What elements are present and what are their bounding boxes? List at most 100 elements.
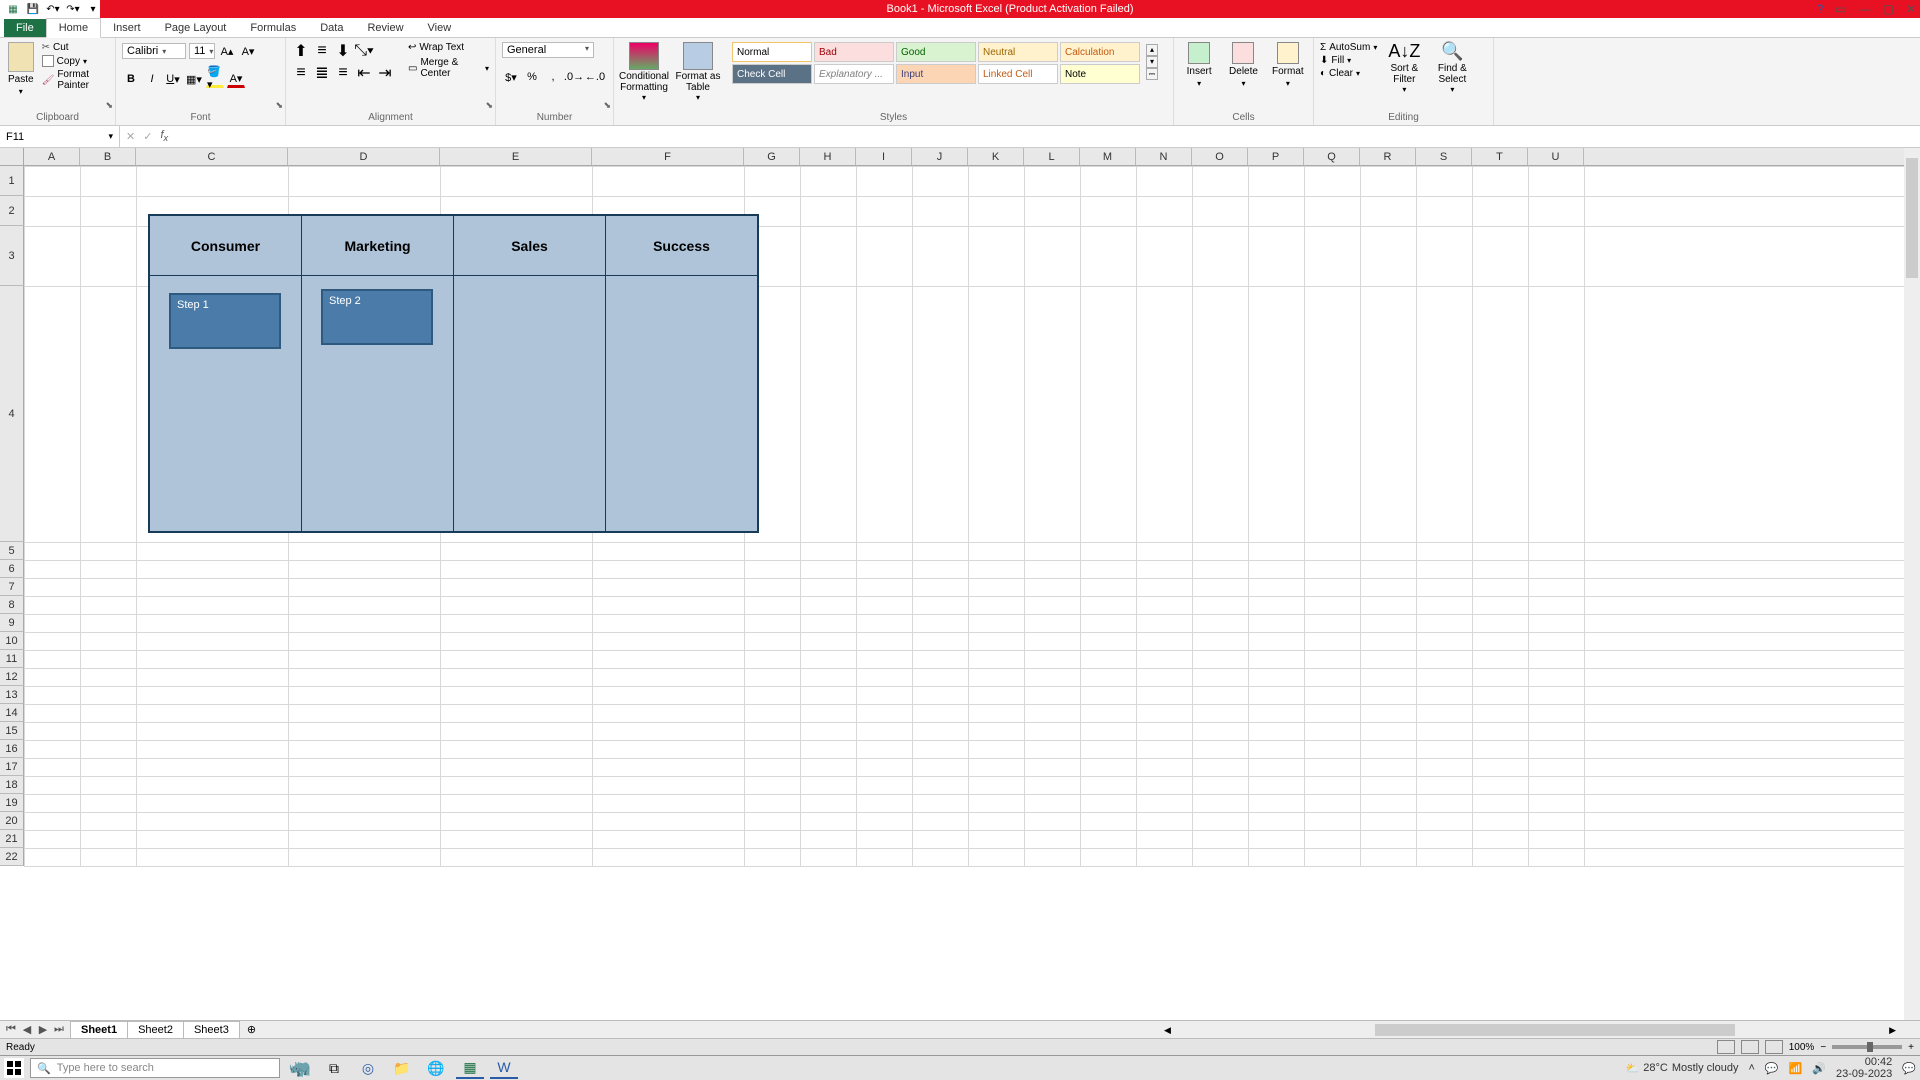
row-header-3[interactable]: 3 (0, 226, 24, 286)
word-taskbar-icon[interactable]: W (490, 1057, 518, 1079)
col-header-S[interactable]: S (1416, 148, 1472, 165)
page-layout-view-button[interactable] (1741, 1040, 1759, 1054)
excel-taskbar-icon[interactable]: ▦ (456, 1057, 484, 1079)
redo-icon[interactable]: ↷▾ (64, 0, 82, 18)
start-button[interactable] (4, 1058, 24, 1078)
shrink-font-button[interactable]: A▾ (239, 42, 257, 60)
align-middle-button[interactable]: ≡ (313, 42, 331, 60)
row-header-20[interactable]: 20 (0, 812, 24, 830)
taskbar-search[interactable]: 🔍 Type here to search (30, 1058, 280, 1078)
row-header-21[interactable]: 21 (0, 830, 24, 848)
tab-page-layout[interactable]: Page Layout (153, 19, 239, 37)
row-header-17[interactable]: 17 (0, 758, 24, 776)
decrease-decimal-button[interactable]: ←.0 (586, 68, 604, 86)
fill-color-button[interactable]: 🪣▾ (206, 70, 224, 88)
edge-icon[interactable]: ◎ (354, 1057, 382, 1079)
tab-view[interactable]: View (416, 19, 464, 37)
border-button[interactable]: ▦▾ (185, 70, 203, 88)
save-icon[interactable]: 💾 (24, 0, 42, 18)
conditional-formatting-button[interactable]: Conditional Formatting▾ (620, 42, 668, 103)
underline-button[interactable]: U▾ (164, 70, 182, 88)
gallery-up-button[interactable]: ▴ (1146, 44, 1158, 56)
col-header-E[interactable]: E (440, 148, 592, 165)
page-break-view-button[interactable] (1765, 1040, 1783, 1054)
gallery-more-button[interactable]: ⎓ (1146, 68, 1158, 80)
font-dialog-icon[interactable]: ⬊ (275, 100, 283, 111)
tab-insert[interactable]: Insert (101, 19, 153, 37)
font-size-combo[interactable]: 11▾ (189, 43, 215, 59)
tray-expand-icon[interactable]: ˄ (1748, 1062, 1754, 1074)
alignment-dialog-icon[interactable]: ⬊ (485, 100, 493, 111)
cell-style-good[interactable]: Good (896, 42, 976, 62)
tab-file[interactable]: File (4, 19, 46, 37)
ribbon-min-icon[interactable]: ▭ (1835, 2, 1846, 16)
comma-button[interactable]: , (544, 68, 562, 86)
col-header-U[interactable]: U (1528, 148, 1584, 165)
row-header-12[interactable]: 12 (0, 668, 24, 686)
align-bottom-button[interactable]: ⬇ (334, 42, 352, 60)
paste-button[interactable]: Paste ▾ (6, 42, 36, 96)
col-header-K[interactable]: K (968, 148, 1024, 165)
formula-input[interactable] (176, 131, 1914, 143)
row-header-11[interactable]: 11 (0, 650, 24, 668)
cell-style-normal[interactable]: Normal (732, 42, 812, 62)
minimize-button[interactable]: — (1859, 2, 1871, 16)
file-explorer-icon[interactable]: 📁 (388, 1057, 416, 1079)
row-header-5[interactable]: 5 (0, 542, 24, 560)
col-header-M[interactable]: M (1080, 148, 1136, 165)
format-painter-button[interactable]: 🖌Format Painter (42, 69, 109, 91)
row-header-2[interactable]: 2 (0, 196, 24, 226)
currency-button[interactable]: $▾ (502, 68, 520, 86)
row-header-16[interactable]: 16 (0, 740, 24, 758)
col-header-L[interactable]: L (1024, 148, 1080, 165)
meet-now-icon[interactable]: 💬 (1765, 1062, 1779, 1075)
row-header-15[interactable]: 15 (0, 722, 24, 740)
col-header-O[interactable]: O (1192, 148, 1248, 165)
col-header-G[interactable]: G (744, 148, 800, 165)
increase-indent-button[interactable]: ⇥ (376, 64, 394, 82)
cell-style-calculation[interactable]: Calculation (1060, 42, 1140, 62)
find-select-button[interactable]: 🔍Find & Select▾ (1431, 42, 1473, 95)
col-header-B[interactable]: B (80, 148, 136, 165)
align-right-button[interactable]: ≡ (334, 64, 352, 82)
font-color-button[interactable]: A▾ (227, 70, 245, 88)
cell-style-bad[interactable]: Bad (814, 42, 894, 62)
number-dialog-icon[interactable]: ⬊ (603, 100, 611, 111)
sheet-nav-prev[interactable]: ◀ (20, 1023, 34, 1036)
new-sheet-button[interactable]: ⊕ (239, 1023, 264, 1036)
align-left-button[interactable]: ≡ (292, 64, 310, 82)
cell-style-neutral[interactable]: Neutral (978, 42, 1058, 62)
percent-button[interactable]: % (523, 68, 541, 86)
maximize-button[interactable]: ▢ (1883, 2, 1894, 16)
col-header-N[interactable]: N (1136, 148, 1192, 165)
step-box-1[interactable]: Step 1 (169, 293, 281, 349)
close-button[interactable]: ✕ (1906, 2, 1916, 16)
help-icon[interactable]: ? (1817, 2, 1824, 16)
increase-decimal-button[interactable]: .0→ (565, 68, 583, 86)
orientation-button[interactable]: ⤡▾ (355, 42, 373, 60)
col-header-F[interactable]: F (592, 148, 744, 165)
sheet-tab-3[interactable]: Sheet3 (183, 1021, 240, 1039)
row-header-13[interactable]: 13 (0, 686, 24, 704)
vertical-scrollbar[interactable] (1904, 148, 1920, 1020)
horizontal-scrollbar[interactable]: ◀ ▶ (1160, 1022, 1900, 1038)
cancel-fx-icon[interactable]: ✕ (126, 130, 135, 143)
row-header-9[interactable]: 9 (0, 614, 24, 632)
clock[interactable]: 00:42 23-09-2023 (1836, 1056, 1892, 1080)
zoom-slider[interactable] (1832, 1045, 1902, 1049)
weather-widget[interactable]: ⛅ 28°C Mostly cloudy (1626, 1062, 1739, 1075)
bold-button[interactable]: B (122, 70, 140, 88)
name-box[interactable]: F11 ▾ (0, 126, 120, 147)
row-header-18[interactable]: 18 (0, 776, 24, 794)
tab-home[interactable]: Home (46, 18, 101, 38)
col-header-T[interactable]: T (1472, 148, 1528, 165)
cell-style-linked-cell[interactable]: Linked Cell (978, 64, 1058, 84)
cell-style-check-cell[interactable]: Check Cell (732, 64, 812, 84)
col-header-C[interactable]: C (136, 148, 288, 165)
align-top-button[interactable]: ⬆ (292, 42, 310, 60)
row-header-1[interactable]: 1 (0, 166, 24, 196)
col-header-R[interactable]: R (1360, 148, 1416, 165)
wrap-text-button[interactable]: ↩Wrap Text (408, 42, 489, 53)
cells-area[interactable]: ConsumerMarketingSalesSuccess Step 1 Ste… (24, 166, 1920, 866)
col-header-D[interactable]: D (288, 148, 440, 165)
